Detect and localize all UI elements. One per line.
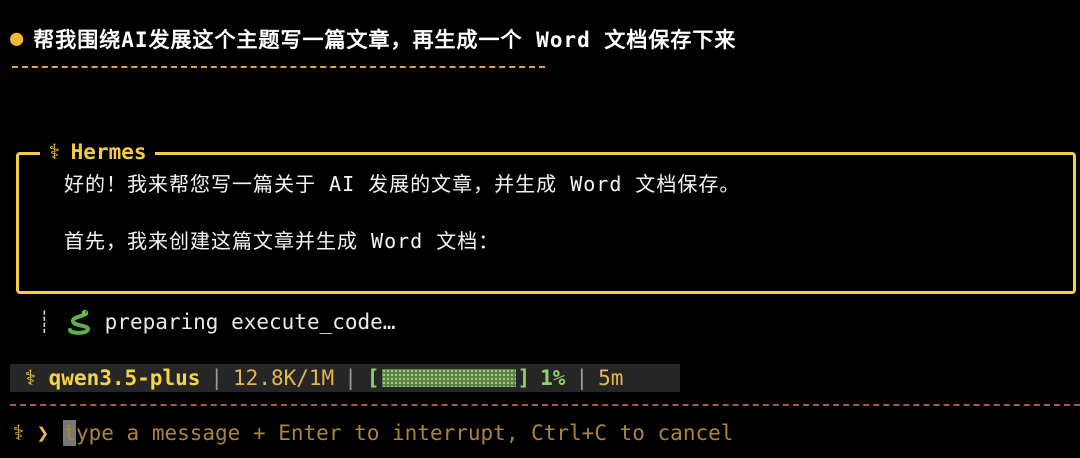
context-progress-bar bbox=[381, 369, 516, 387]
user-prompt: ● 帮我围绕AI发展这个主题写一篇文章，再生成一个 Word 文档保存下来 bbox=[10, 24, 736, 54]
message-input[interactable] bbox=[63, 421, 824, 445]
token-usage: 12.8K/1M bbox=[233, 366, 335, 390]
progress-bracket-right: ] bbox=[517, 366, 531, 390]
context-percent: 1% bbox=[540, 366, 566, 390]
tool-pipe: ┊ bbox=[38, 310, 51, 334]
assistant-name: Hermes bbox=[70, 140, 147, 164]
status-bar: ⚕ qwen3.5-plus | 12.8K/1M | [ ] 1% | 5m bbox=[10, 364, 680, 392]
elapsed-time: 5m bbox=[598, 366, 624, 390]
tool-activity: ┊ preparing execute_code… bbox=[38, 308, 395, 336]
prompt-underline bbox=[12, 66, 545, 68]
separator: | bbox=[344, 366, 357, 390]
snake-icon bbox=[67, 309, 90, 335]
input-row[interactable]: ⚕ ❯ bbox=[12, 420, 824, 446]
assistant-header: ⚕ Hermes bbox=[40, 139, 155, 165]
assistant-message-line: 好的！我来帮您写一篇关于 AI 发展的文章，并生成 Word 文档保存。 bbox=[64, 172, 741, 196]
staff-icon: ⚕ bbox=[12, 421, 25, 445]
input-divider bbox=[10, 404, 1080, 406]
bullet-icon: ● bbox=[10, 26, 24, 51]
separator: | bbox=[575, 366, 589, 390]
staff-icon: ⚕ bbox=[48, 140, 61, 164]
progress-bracket-left: [ bbox=[366, 366, 380, 390]
prompt-chevron-icon: ❯ bbox=[36, 421, 50, 445]
model-name: qwen3.5-plus bbox=[48, 366, 201, 390]
staff-icon: ⚕ bbox=[24, 366, 37, 390]
assistant-message-line: 首先，我来创建这篇文章并生成 Word 文档： bbox=[64, 229, 500, 253]
tool-status-text: preparing execute_code… bbox=[104, 310, 396, 334]
user-prompt-text: 帮我围绕AI发展这个主题写一篇文章，再生成一个 Word 文档保存下来 bbox=[33, 28, 737, 52]
separator: | bbox=[210, 366, 224, 390]
